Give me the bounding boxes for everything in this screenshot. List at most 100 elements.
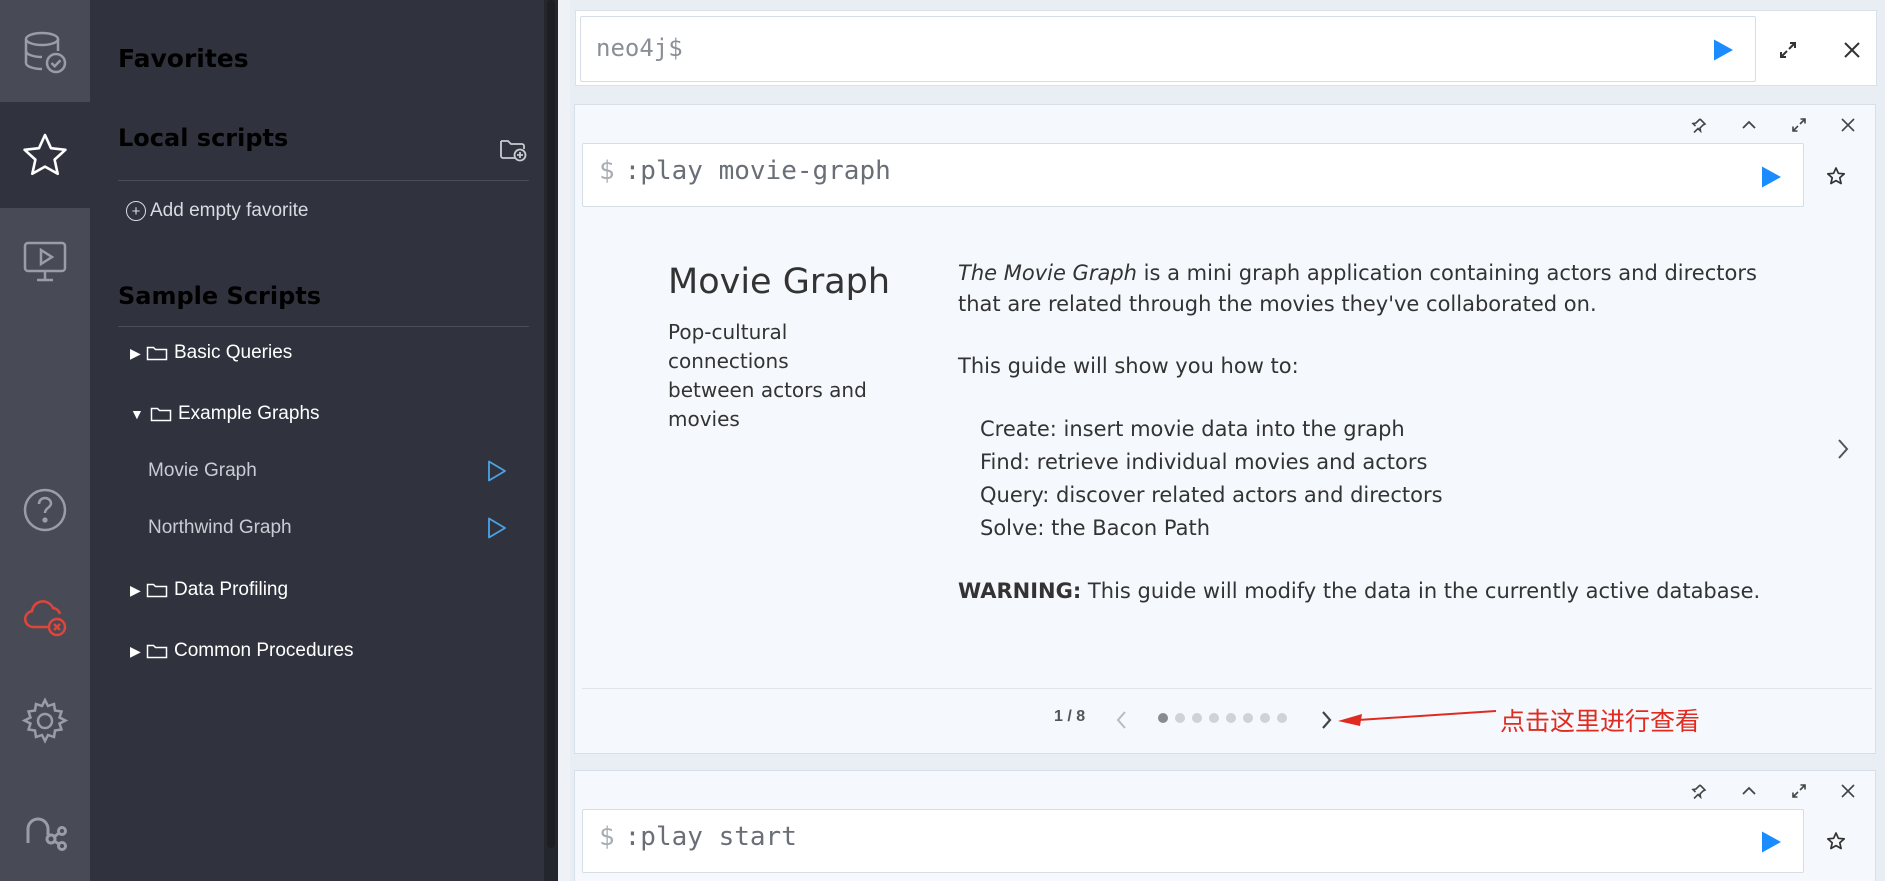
fullscreen-frame-button[interactable] [1788, 114, 1810, 136]
frame-footer-divider [582, 688, 1872, 689]
frame-command-bar[interactable]: $:play start [582, 809, 1804, 873]
database-icon [24, 31, 67, 74]
collapse-frame-button[interactable] [1738, 114, 1760, 136]
folder-common-procedures[interactable]: ▶ Common Procedures [130, 640, 354, 662]
list-item: Find: retrieve individual movies and act… [980, 450, 1428, 474]
prev-slide-button[interactable] [1112, 708, 1130, 732]
script-label: Northwind Graph [148, 517, 292, 538]
dollar-prompt: $ [599, 822, 615, 852]
pager-dot[interactable] [1243, 713, 1253, 723]
list-item: Create: insert movie data into the graph [980, 417, 1405, 441]
close-frame-button[interactable] [1837, 114, 1859, 136]
folder-example-graphs[interactable]: ▼ Example Graphs [130, 403, 320, 425]
play-icon [1714, 39, 1733, 61]
pager-dots [1158, 713, 1287, 723]
connection-status-button[interactable] [0, 563, 90, 669]
star-icon [23, 133, 67, 176]
folder-data-profiling[interactable]: ▶ Data Profiling [130, 579, 288, 601]
editor-prompt: neo4j$ [596, 34, 683, 62]
close-icon [1844, 42, 1860, 58]
database-button[interactable] [0, 0, 90, 106]
add-empty-favorite-link[interactable]: + Add empty favorite [126, 200, 308, 222]
gear-icon [21, 697, 69, 744]
divider [118, 326, 529, 327]
caret-right-icon: ▶ [130, 581, 141, 598]
folder-label: Common Procedures [174, 640, 354, 661]
about-button[interactable] [0, 775, 90, 881]
pager-dot[interactable] [1158, 713, 1168, 723]
plus-circle-icon: + [126, 201, 146, 221]
chevron-right-icon [1838, 439, 1849, 459]
expand-icon [1780, 42, 1796, 58]
list-item: Solve: the Bacon Path [980, 516, 1211, 540]
sample-scripts-heading: Sample Scripts [118, 282, 322, 310]
help-button[interactable] [0, 457, 90, 563]
star-outline-icon [1826, 167, 1846, 185]
divider [118, 180, 529, 181]
annotation-text: 点击这里进行查看 [1500, 707, 1701, 736]
neo4j-browser-window: Favorites Local scripts + Add empty favo… [0, 0, 1885, 881]
guide-intro: The Movie Graph is a mini graph applicat… [958, 258, 1778, 320]
expand-icon [1792, 118, 1806, 132]
close-icon [1841, 784, 1855, 798]
fullscreen-frame-button[interactable] [1788, 780, 1810, 802]
pager-dot[interactable] [1192, 713, 1202, 723]
pager-dot[interactable] [1175, 713, 1185, 723]
pager-dot[interactable] [1260, 713, 1270, 723]
chevron-up-icon [1742, 120, 1756, 129]
expand-icon [1792, 784, 1806, 798]
guide-subtitle: Pop-cultural connections between actors … [668, 320, 867, 431]
fullscreen-editor-button[interactable] [1776, 38, 1800, 62]
help-icon [23, 488, 67, 532]
folder-icon [150, 407, 172, 422]
frame-command-text: :play movie-graph [624, 156, 891, 186]
folder-label: Basic Queries [174, 342, 293, 363]
warning-text: This guide will modify the data in the c… [1081, 579, 1761, 603]
local-scripts-heading: Local scripts [118, 124, 289, 152]
collapse-frame-button[interactable] [1738, 780, 1760, 802]
next-slide-side-button[interactable] [1832, 436, 1854, 462]
annotation-arrow [1338, 710, 1496, 726]
pager-dot[interactable] [1226, 713, 1236, 723]
play-outline-icon[interactable] [486, 459, 508, 483]
clear-editor-button[interactable] [1840, 38, 1864, 62]
pager-dot[interactable] [1277, 713, 1287, 723]
cloud-disconnected-icon [24, 600, 67, 637]
script-northwind-graph[interactable]: Northwind Graph [148, 513, 508, 543]
folder-label: Example Graphs [178, 403, 320, 424]
pin-frame-button[interactable] [1688, 780, 1710, 802]
favorite-frame-button[interactable] [1824, 829, 1848, 853]
pager-dot[interactable] [1209, 713, 1219, 723]
run-button[interactable] [1710, 36, 1736, 64]
favorites-button[interactable] [0, 102, 90, 208]
script-movie-graph[interactable]: Movie Graph [148, 456, 508, 486]
drawer-gutter [558, 0, 570, 881]
pin-frame-button[interactable] [1688, 114, 1710, 136]
settings-button[interactable] [0, 668, 90, 774]
rerun-button[interactable] [1758, 828, 1784, 856]
add-folder-button[interactable] [498, 134, 528, 162]
drawer-title: Favorites [118, 44, 249, 73]
guide-intro-em: The Movie Graph [958, 261, 1137, 285]
cypher-editor-input[interactable] [580, 16, 1756, 82]
frame-command-bar[interactable]: $:play movie-graph [582, 143, 1804, 207]
scrollbar-thumb[interactable] [547, 0, 555, 848]
guides-button[interactable] [0, 208, 90, 314]
folder-icon [146, 346, 168, 361]
play-icon [1762, 166, 1781, 188]
next-slide-button[interactable] [1318, 708, 1336, 732]
pin-icon [1691, 784, 1707, 799]
chevron-left-icon [1116, 711, 1126, 729]
play-outline-icon[interactable] [486, 516, 508, 540]
caret-right-icon: ▶ [130, 344, 141, 361]
list-item: Query: discover related actors and direc… [980, 483, 1443, 507]
folder-basic-queries[interactable]: ▶ Basic Queries [130, 342, 292, 364]
folder-label: Data Profiling [174, 579, 289, 600]
star-outline-icon [1826, 832, 1846, 850]
folder-icon [146, 583, 168, 598]
pin-icon [1691, 118, 1707, 133]
rerun-button[interactable] [1758, 163, 1784, 191]
favorite-frame-button[interactable] [1824, 164, 1848, 188]
drawer-scrollbar[interactable] [544, 0, 558, 881]
close-frame-button[interactable] [1837, 780, 1859, 802]
